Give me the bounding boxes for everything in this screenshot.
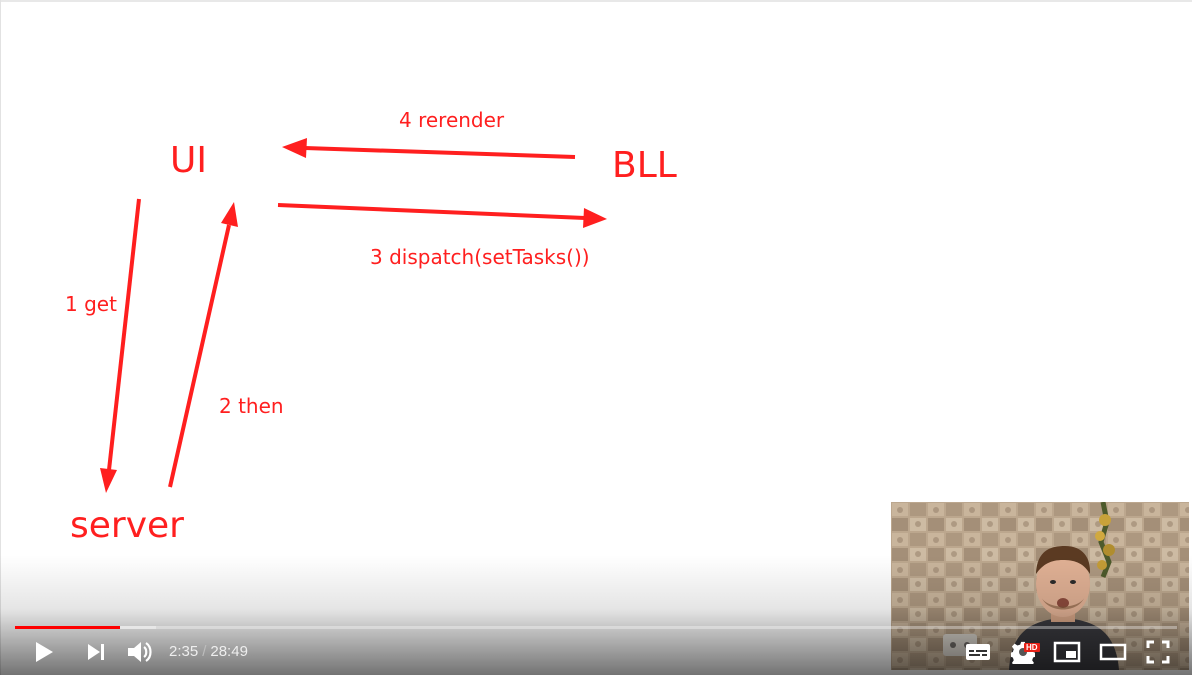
- next-icon: [88, 644, 104, 660]
- node-ui: UI: [170, 140, 207, 181]
- arrow-dispatch: [277, 203, 607, 228]
- arrow-then: [168, 202, 238, 488]
- arrow-rerender: [282, 138, 576, 159]
- duration: 28:49: [210, 643, 248, 660]
- volume-button[interactable]: [124, 632, 156, 672]
- fullscreen-button[interactable]: [1142, 632, 1174, 672]
- video-player[interactable]: UI BLL server 1 get 2 then 3 dispatch(se…: [0, 0, 1192, 675]
- theater-mode-button[interactable]: [1096, 632, 1130, 672]
- fullscreen-icon: [1146, 640, 1170, 664]
- volume-icon: [128, 642, 152, 662]
- play-icon: [36, 642, 53, 662]
- label-step3: 3 dispatch(setTasks()): [370, 245, 590, 269]
- subtitles-button[interactable]: [962, 632, 994, 672]
- label-step2: 2 then: [219, 394, 284, 418]
- subtitles-icon: [966, 644, 990, 660]
- next-button[interactable]: [82, 632, 110, 672]
- label-step4: 4 rerender: [399, 108, 505, 132]
- progress-bar[interactable]: [15, 625, 1177, 630]
- settings-button[interactable]: [1006, 632, 1040, 672]
- miniplayer-icon: [1053, 641, 1081, 663]
- label-step1: 1 get: [65, 292, 117, 316]
- theater-mode-icon: [1099, 643, 1127, 661]
- node-bll: BLL: [612, 145, 677, 186]
- player-controls: 2:35/28:49 HD: [0, 632, 1192, 672]
- progress-played: [15, 626, 121, 629]
- time-separator: /: [202, 643, 207, 660]
- time-display: 2:35/28:49: [169, 632, 248, 672]
- current-time: 2:35: [169, 643, 199, 660]
- miniplayer-button[interactable]: [1051, 632, 1083, 672]
- play-button[interactable]: [28, 632, 60, 672]
- hd-badge: HD: [1024, 643, 1040, 652]
- node-server: server: [70, 505, 184, 546]
- progress-track: [15, 626, 1177, 629]
- arrow-get: [100, 198, 141, 493]
